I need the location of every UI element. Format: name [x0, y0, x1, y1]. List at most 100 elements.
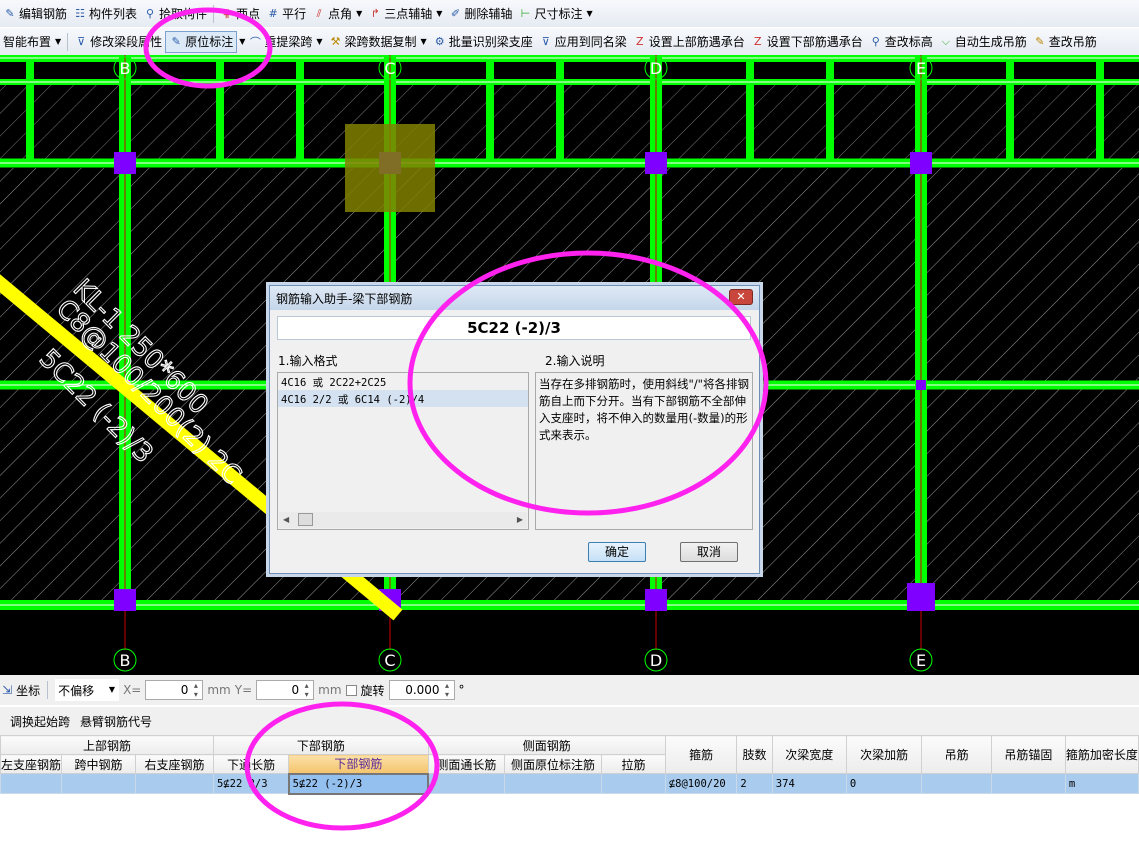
- identify-supports-button[interactable]: ⚙ 批量识别梁支座: [430, 31, 536, 53]
- table-cell[interactable]: [921, 773, 992, 794]
- table-cell[interactable]: 5⊈22 2/3: [212, 773, 290, 794]
- column-header[interactable]: 次梁加筋: [845, 735, 923, 774]
- annotate-icon: ✎: [171, 35, 181, 48]
- in-situ-annotation-button[interactable]: ✎ 原位标注: [165, 30, 238, 53]
- respan-icon: ⌒: [249, 35, 261, 49]
- smart-layout-button[interactable]: 智能布置 ▼: [0, 31, 64, 53]
- modify-span-props-button[interactable]: ⊽ 修改梁段属性: [71, 31, 165, 53]
- formula-display: 5C22 (-2)/3: [277, 316, 751, 340]
- chevron-down-icon[interactable]: ▼: [55, 37, 61, 46]
- x-unit: mm: [207, 683, 231, 697]
- cantilever-rebar-code-button[interactable]: 悬臂钢筋代号: [80, 713, 152, 730]
- column-header[interactable]: 左支座钢筋: [0, 754, 63, 774]
- pick-component-button[interactable]: ⚲ 拾取构件: [140, 3, 210, 25]
- edit-rebar-icon: ✎: [5, 7, 15, 20]
- table-cell[interactable]: 0: [845, 773, 923, 794]
- column-header[interactable]: 肢数: [736, 735, 773, 774]
- component-list-button[interactable]: ☷ 构件列表: [70, 3, 140, 25]
- edit-rebar-button[interactable]: ✎ 编辑钢筋: [0, 3, 70, 25]
- x-input[interactable]: 0: [145, 680, 204, 700]
- secondary-beam: [1096, 55, 1104, 167]
- toolbar-drawing: ✎ 编辑钢筋 ☷ 构件列表 ⚲ 拾取构件 ⋕ 两点 # 平行 ⫽ 点角 ▼ ↱ 三点辅轴 ▼ ✐ 删…: [0, 0, 1139, 27]
- edit-elevation-button[interactable]: ⚲ 查改标高: [866, 31, 936, 53]
- auto-hanger-button[interactable]: ⌵ 自动生成吊筋: [936, 31, 1030, 53]
- list-icon: ☷: [75, 7, 85, 20]
- span-copy-button[interactable]: ⚒ 梁跨数据复制 ▼: [326, 31, 430, 53]
- table-row[interactable]: 5⊈22 2/3 5⊈22 (-2)/3 ⊈8@100/20 2 374 0 m: [0, 772, 1139, 795]
- point-angle-button[interactable]: ⫽ 点角 ▼: [309, 3, 365, 25]
- swap-start-span-button[interactable]: 调换起始跨: [10, 713, 70, 730]
- column-header[interactable]: 吊筋锚固: [990, 735, 1066, 774]
- table-cell[interactable]: [990, 773, 1066, 794]
- table-cell[interactable]: [503, 773, 603, 794]
- column-header[interactable]: 右支座钢筋: [135, 754, 214, 774]
- table-cell[interactable]: [601, 773, 666, 794]
- column-header[interactable]: 跨中钢筋: [61, 754, 137, 774]
- offset-mode-select[interactable]: 不偏移 ▼: [55, 679, 120, 701]
- divider: [47, 681, 49, 699]
- rotate-checkbox[interactable]: [345, 684, 357, 696]
- table-cell[interactable]: m: [1064, 773, 1139, 794]
- table-cell[interactable]: [0, 773, 63, 794]
- format-item-selected[interactable]: 4C16 2/2 或 6C14 (-2)/4: [278, 390, 528, 407]
- chevron-down-icon[interactable]: ▼: [356, 9, 362, 18]
- axis-label: B: [120, 59, 131, 78]
- scroll-left-icon[interactable]: ◀: [283, 515, 289, 524]
- three-point-axis-button[interactable]: ↱ 三点辅轴 ▼: [365, 3, 445, 25]
- divider: [67, 32, 69, 51]
- set-bottom-icon: Z: [753, 35, 762, 48]
- secondary-beam: [216, 55, 224, 167]
- beam-span-table: 上部钢筋 下部钢筋 侧面钢筋 箍筋 肢数 次梁宽度 次梁加筋 吊筋 吊筋锚固 箍…: [0, 735, 1139, 795]
- axis-label: D: [650, 651, 662, 670]
- scroll-thumb[interactable]: [298, 513, 313, 526]
- table-cell[interactable]: 374: [771, 773, 847, 794]
- axis-label: B: [120, 651, 131, 670]
- table-cell[interactable]: 2: [736, 773, 773, 794]
- column-header-active[interactable]: 下部钢筋: [288, 754, 429, 774]
- parallel-button[interactable]: # 平行: [263, 3, 309, 25]
- column-header[interactable]: 侧面原位标注筋: [503, 754, 603, 774]
- ok-button[interactable]: 确定: [588, 542, 646, 562]
- horizontal-scrollbar[interactable]: ◀ ▶: [279, 512, 527, 528]
- dimension-button[interactable]: ⊢ 尺寸标注 ▼: [515, 3, 595, 25]
- close-button[interactable]: ✕: [729, 289, 753, 305]
- scroll-right-icon[interactable]: ▶: [517, 515, 523, 524]
- column-header[interactable]: 吊筋: [921, 735, 992, 774]
- apply-same-name-button[interactable]: ⊽ 应用到同名梁: [536, 31, 630, 53]
- delete-axis-icon: ✐: [450, 7, 461, 20]
- column-header[interactable]: 箍筋: [664, 735, 738, 774]
- set-top-rebar-cap-button[interactable]: Z 设置上部筋遇承台: [630, 31, 748, 53]
- rotate-input[interactable]: 0.000: [388, 680, 455, 700]
- degree-unit: °: [458, 683, 465, 697]
- column-header[interactable]: 拉筋: [601, 754, 666, 774]
- column: [907, 583, 935, 611]
- chevron-down-icon[interactable]: ▼: [436, 9, 442, 18]
- set-top-icon: Z: [635, 35, 644, 48]
- column-header[interactable]: 下通长筋: [212, 754, 290, 774]
- table-cell[interactable]: ⊈8@100/20: [664, 773, 738, 794]
- format-list[interactable]: 4C16 或 2C22+2C25 4C16 2/2 或 6C14 (-2)/4 …: [277, 372, 529, 530]
- secondary-beam: [556, 55, 564, 167]
- two-point-button[interactable]: ⋕ 两点: [217, 3, 263, 25]
- axis-label: C: [384, 651, 395, 670]
- table-cell-editing[interactable]: 5⊈22 (-2)/3: [287, 772, 430, 795]
- chevron-down-icon[interactable]: ▼: [316, 37, 322, 46]
- column-header[interactable]: 次梁宽度: [771, 735, 847, 774]
- delete-axis-button[interactable]: ✐ 删除辅轴: [445, 3, 515, 25]
- format-item[interactable]: 4C16 或 2C22+2C25: [278, 373, 528, 390]
- chevron-down-icon[interactable]: ▼: [586, 9, 592, 18]
- table-cell[interactable]: [61, 773, 137, 794]
- table-cell[interactable]: [135, 773, 214, 794]
- y-unit: mm: [318, 683, 342, 697]
- set-bottom-rebar-cap-button[interactable]: Z 设置下部筋遇承台: [748, 31, 866, 53]
- edit-hanger-button[interactable]: ✎ 查改吊筋: [1030, 31, 1100, 53]
- column-header[interactable]: 侧面通长筋: [427, 754, 505, 774]
- chevron-down-icon[interactable]: ▼: [421, 37, 427, 46]
- y-input[interactable]: 0: [256, 680, 315, 700]
- table-cell[interactable]: [427, 773, 505, 794]
- x-label: X=: [123, 683, 142, 697]
- column-header[interactable]: 箍筋加密长度: [1064, 735, 1139, 774]
- close-icon: ✕: [736, 290, 746, 303]
- respan-button[interactable]: ⌒ 重提梁跨 ▼: [245, 31, 325, 53]
- cancel-button[interactable]: 取消: [680, 542, 738, 562]
